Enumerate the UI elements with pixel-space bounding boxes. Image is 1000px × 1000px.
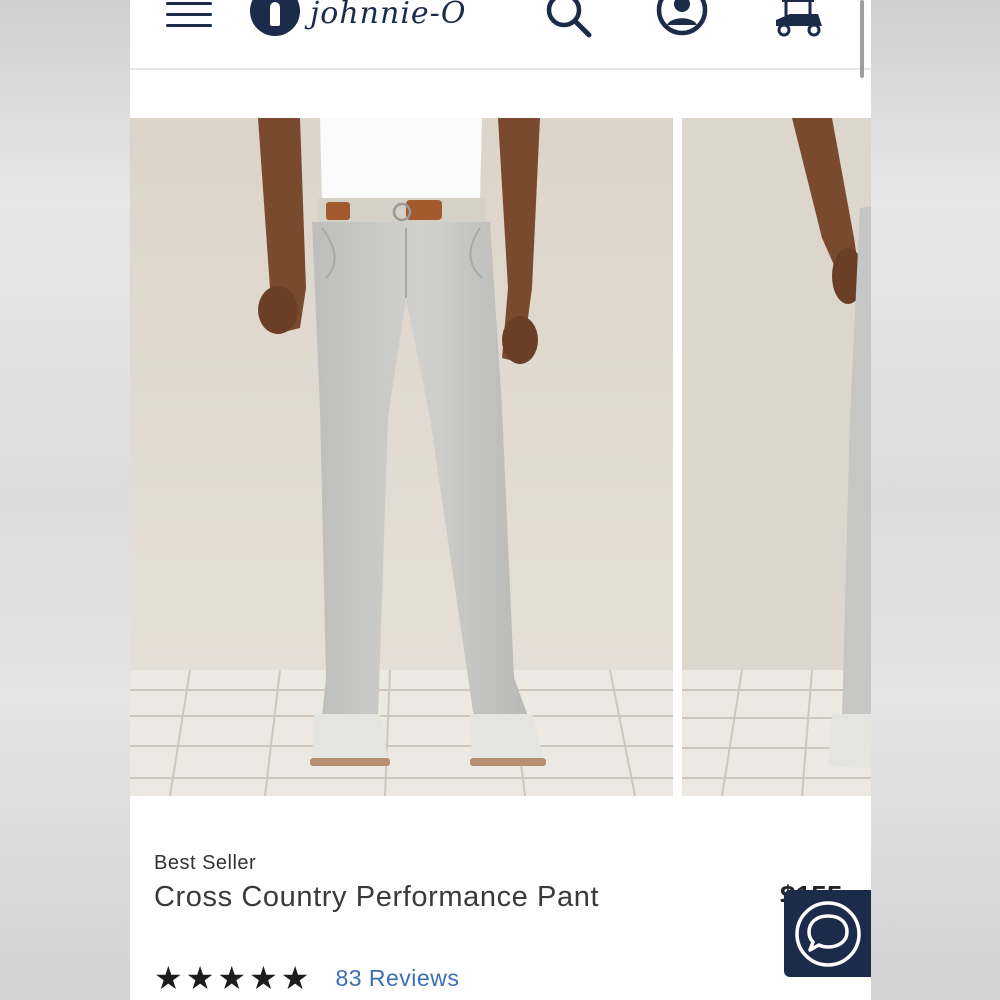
golf-cart-icon[interactable] xyxy=(770,0,830,45)
star-icon: ★ xyxy=(217,960,247,996)
product-rating[interactable]: ★ ★ ★ ★ ★ 83 Reviews xyxy=(154,962,459,994)
product-info: Best Seller Cross Country Performance Pa… xyxy=(154,852,854,914)
logo-mark-icon xyxy=(250,0,300,36)
star-icon: ★ xyxy=(185,960,215,996)
star-icon: ★ xyxy=(154,960,183,996)
scrollbar[interactable] xyxy=(860,0,864,78)
chat-button[interactable] xyxy=(784,890,871,977)
background-right xyxy=(871,0,1000,1000)
brand-name: johnnie-O xyxy=(310,0,467,31)
hamburger-menu-icon[interactable] xyxy=(166,2,212,30)
product-title: Cross Country Performance Pant xyxy=(154,881,600,913)
product-image-main[interactable] xyxy=(130,118,673,796)
search-icon[interactable] xyxy=(542,0,596,45)
star-icon: ★ xyxy=(249,960,278,996)
reviews-link[interactable]: 83 Reviews xyxy=(335,965,459,992)
mobile-page: johnnie-O Best Seller Cross Country Perf… xyxy=(130,0,871,1000)
chat-bubble-icon xyxy=(794,900,861,967)
star-icon: ★ xyxy=(280,960,310,996)
product-image-secondary[interactable] xyxy=(682,118,871,796)
account-icon[interactable] xyxy=(656,0,710,45)
background-left xyxy=(0,0,130,1000)
rating-stars: ★ ★ ★ ★ ★ xyxy=(154,962,309,994)
brand-logo[interactable]: johnnie-O xyxy=(250,0,466,36)
site-header: johnnie-O xyxy=(130,0,871,70)
best-seller-badge: Best Seller xyxy=(154,852,257,874)
